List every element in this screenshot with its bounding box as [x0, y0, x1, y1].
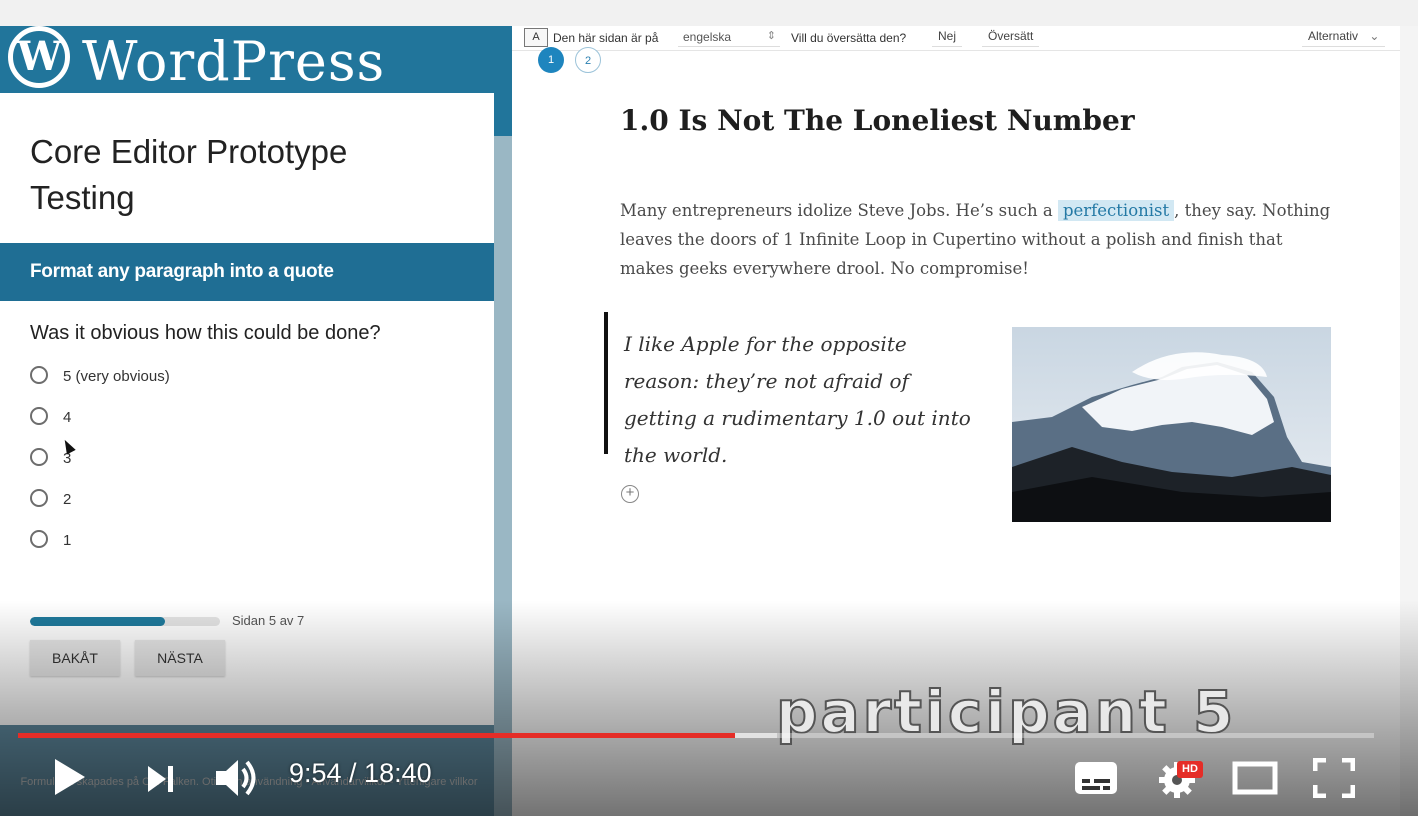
hd-badge: HD — [1177, 761, 1203, 778]
play-icon[interactable] — [52, 757, 88, 797]
quote-border — [604, 312, 608, 454]
paragraph-block[interactable]: Many entrepreneurs idolize Steve Jobs. H… — [620, 196, 1332, 283]
translate-button[interactable]: Översätt — [982, 26, 1040, 47]
radio-icon[interactable] — [30, 448, 48, 466]
radio-icon[interactable] — [30, 489, 48, 507]
step-2[interactable]: 2 — [575, 47, 601, 73]
translate-question: Vill du översätta den? — [791, 31, 907, 45]
time-display: 9:54 / 18:40 — [289, 758, 432, 788]
options-button-label: Alternativ — [1308, 29, 1359, 43]
paragraph-text-start: Many entrepreneurs idolize Steve Jobs. H… — [620, 201, 1058, 220]
volume-icon[interactable] — [214, 757, 260, 799]
radio-option-label: 1 — [63, 532, 72, 549]
video-progress-bar[interactable] — [18, 733, 1374, 738]
chevron-down-icon: ⌄ — [1369, 29, 1380, 43]
select-arrows-icon: ⇕ — [766, 30, 776, 42]
video-played — [18, 733, 736, 738]
mountain-image[interactable] — [1012, 327, 1331, 522]
survey-panel: W WordPress Core Editor Prototype Testin… — [0, 26, 512, 816]
add-block-icon[interactable]: + — [621, 485, 639, 503]
radio-icon[interactable] — [30, 366, 48, 384]
form-progress-bar — [30, 617, 220, 626]
highlighted-link[interactable]: perfectionist — [1057, 200, 1175, 221]
radio-option-label: 4 — [63, 409, 72, 426]
scrollbar-track[interactable] — [1400, 26, 1418, 816]
language-select-value: engelska — [683, 30, 732, 44]
back-button[interactable]: BAKÅT — [30, 640, 120, 676]
browser-top-strip — [0, 0, 1418, 27]
question-text: Was it obvious how this could be done? — [30, 322, 381, 344]
translate-icon: A — [524, 28, 548, 47]
subtitles-icon[interactable] — [1074, 761, 1118, 795]
theater-mode-icon[interactable] — [1232, 761, 1278, 795]
translate-prefix: Den här sidan är på — [553, 31, 659, 45]
next-icon[interactable] — [146, 764, 176, 794]
options-button[interactable]: Alternativ ⌄ — [1302, 26, 1386, 47]
section-heading: Format any paragraph into a quote — [30, 261, 334, 282]
form-progress-fill — [30, 617, 165, 626]
form-title: Core Editor Prototype Testing — [30, 133, 348, 216]
panel-shadow — [494, 136, 512, 816]
form-card: Core Editor Prototype Testing Format any… — [0, 93, 494, 725]
radio-option-label: 2 — [63, 491, 72, 508]
fullscreen-icon[interactable] — [1313, 758, 1355, 798]
translate-bar: A Den här sidan är på engelska ⇕ Vill du… — [512, 26, 1400, 51]
page-indicator: Sidan 5 av 7 — [232, 613, 305, 628]
wordpress-logo-icon: W — [8, 26, 70, 88]
radio-option-label: 5 (very obvious) — [63, 368, 170, 385]
no-button[interactable]: Nej — [932, 26, 963, 47]
next-button[interactable]: NÄSTA — [135, 640, 225, 676]
language-select[interactable]: engelska ⇕ — [678, 26, 780, 47]
wordpress-wordmark: WordPress — [82, 30, 386, 93]
quote-block[interactable]: I like Apple for the opposite reason: th… — [624, 326, 984, 474]
section-header: Format any paragraph into a quote — [0, 243, 494, 301]
radio-icon[interactable] — [30, 407, 48, 425]
post-title[interactable]: 1.0 Is Not The Loneliest Number — [620, 104, 1135, 137]
radio-icon[interactable] — [30, 530, 48, 548]
step-1[interactable]: 1 — [538, 47, 564, 73]
